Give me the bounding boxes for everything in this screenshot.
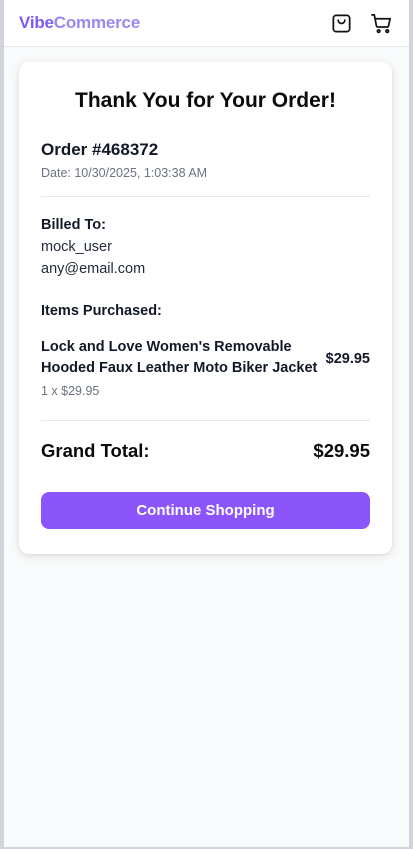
shopping-bag-icon[interactable] [329, 11, 353, 35]
divider [41, 196, 370, 197]
billed-to-label: Billed To: [41, 217, 106, 233]
continue-shopping-button[interactable]: Continue Shopping [41, 492, 370, 529]
item-details: Lock and Love Women's Removable Hooded F… [41, 337, 321, 398]
brand-logo[interactable]: VibeCommerce [19, 13, 140, 33]
page-title: Thank You for Your Order! [75, 89, 336, 112]
billed-to-name: mock_user [41, 239, 112, 255]
items-purchased-label: Items Purchased: [41, 303, 162, 319]
brand-logo-part-2: Commerce [53, 13, 141, 32]
item-quantity: 1 x $29.95 [41, 384, 100, 398]
window-frame-left [0, 0, 4, 849]
list-item: Lock and Love Women's Removable Hooded F… [41, 337, 370, 398]
shopping-cart-icon[interactable] [369, 11, 393, 35]
header-actions [329, 11, 393, 35]
top-header: VibeCommerce [4, 0, 409, 47]
order-number: Order #468372 [41, 140, 159, 159]
grand-total-label: Grand Total: [41, 440, 150, 461]
order-date: Date: 10/30/2025, 1:03:38 AM [41, 166, 208, 180]
billed-to-email: any@email.com [41, 261, 146, 277]
window-frame-right [409, 0, 413, 849]
item-name: Lock and Love Women's Removable Hooded F… [41, 339, 318, 376]
grand-total-value: $29.95 [313, 440, 370, 461]
item-price: $29.95 [325, 350, 370, 367]
divider [41, 420, 370, 421]
order-confirmation-card: Thank You for Your Order! Order #468372 … [19, 62, 392, 554]
grand-total-row: Grand Total: $29.95 [41, 440, 370, 462]
brand-logo-part-1: Vibe [19, 13, 54, 32]
